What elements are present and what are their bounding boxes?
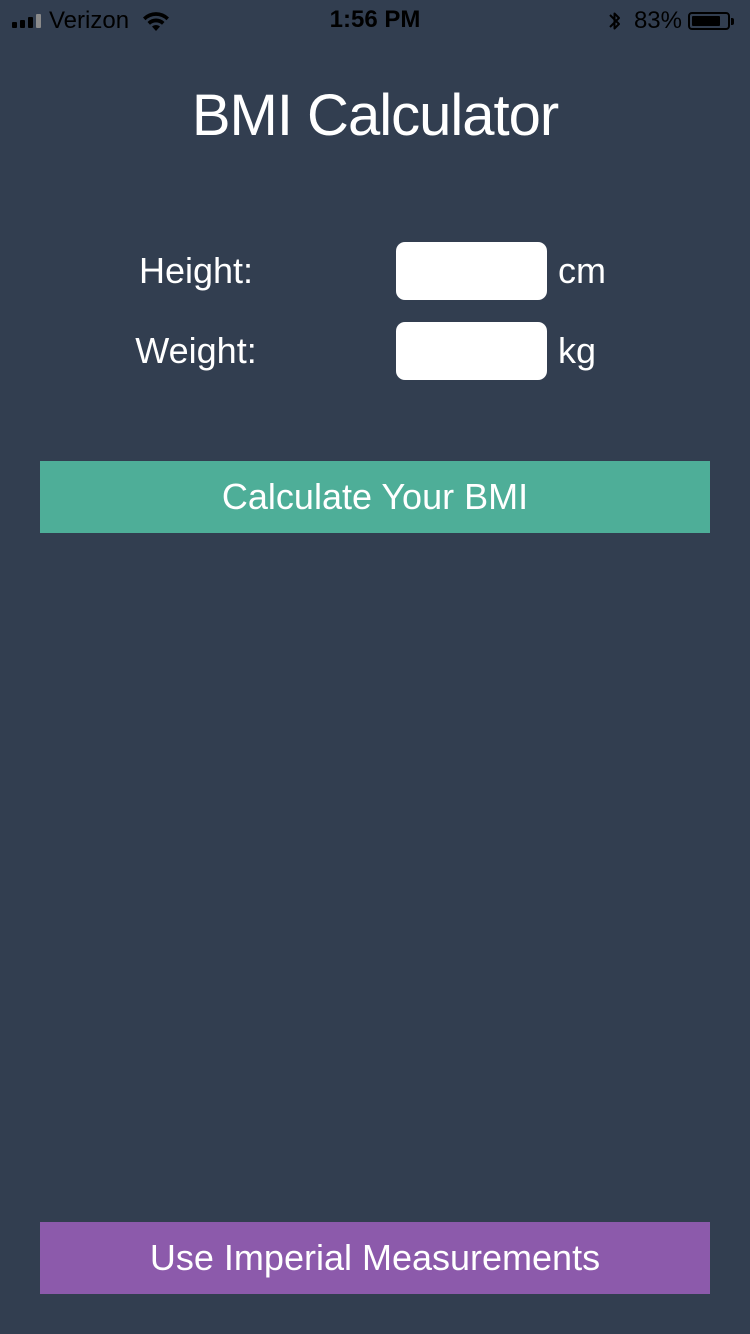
battery-fill <box>692 16 720 26</box>
use-imperial-button[interactable]: Use Imperial Measurements <box>40 1222 710 1294</box>
status-bar-right: 83% <box>608 6 734 36</box>
height-label: Height: <box>138 250 254 291</box>
battery-icon <box>688 12 734 30</box>
height-input[interactable] <box>396 242 547 300</box>
page-title: BMI Calculator <box>191 83 559 148</box>
weight-label: Weight: <box>135 330 257 371</box>
weight-input[interactable] <box>396 322 547 380</box>
weight-unit-label: kg <box>558 330 597 371</box>
bluetooth-icon <box>609 12 620 30</box>
status-bar: Verizon 1:56 PM 83% <box>0 0 750 40</box>
height-unit-label: cm <box>558 250 606 291</box>
battery-percentage: 83% <box>633 7 682 34</box>
calculate-bmi-button[interactable]: Calculate Your BMI <box>40 461 710 533</box>
